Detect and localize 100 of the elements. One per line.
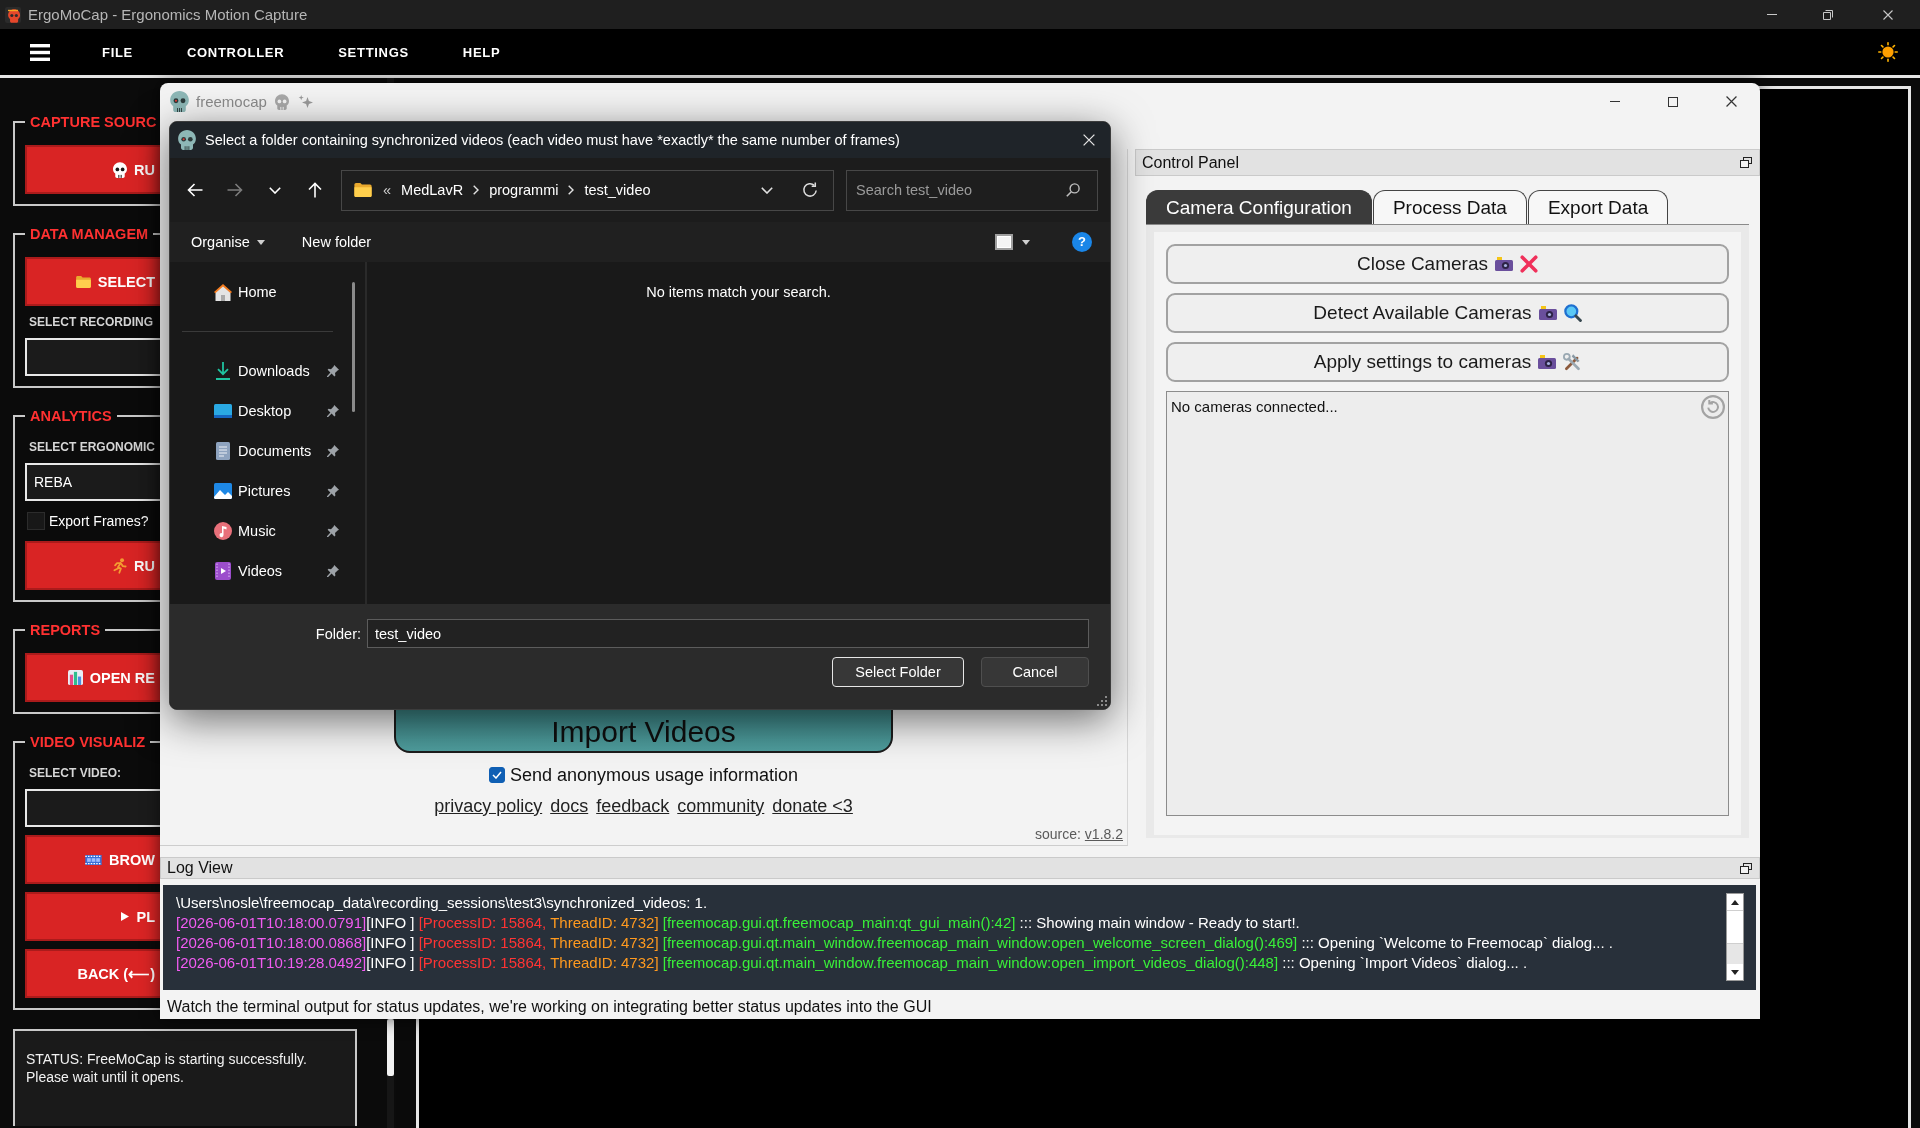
section-title: DATA MANAGEM xyxy=(29,225,150,243)
footer-link[interactable]: donate <3 xyxy=(772,795,853,817)
checkbox[interactable] xyxy=(488,767,505,783)
bar-chart-icon xyxy=(67,670,83,685)
breadcrumb-item[interactable]: programmi xyxy=(489,182,559,198)
checkbox[interactable] xyxy=(27,512,45,530)
view-icon[interactable] xyxy=(995,234,1013,250)
camera-action-button[interactable]: Apply settings to cameras xyxy=(1166,342,1729,382)
footer-link[interactable]: community xyxy=(677,795,765,817)
chevron-down-icon[interactable] xyxy=(761,186,773,194)
nav-item[interactable]: Documents xyxy=(206,431,339,471)
camera-action-button[interactable]: Close Cameras xyxy=(1166,244,1729,284)
undock-icon[interactable] xyxy=(1740,157,1752,168)
resize-grip-icon[interactable] xyxy=(1097,696,1107,706)
nav-item[interactable]: Videos xyxy=(206,551,339,591)
nav-item[interactable]: Music xyxy=(206,511,339,551)
menu-item[interactable]: CONTROLLER xyxy=(159,36,312,68)
tab[interactable]: Camera Configuration xyxy=(1146,190,1372,224)
maximize-icon[interactable] xyxy=(1668,96,1678,107)
scrollbar[interactable] xyxy=(1726,893,1744,981)
caret-up-icon[interactable] xyxy=(1731,899,1739,905)
runner-icon xyxy=(113,557,128,574)
input-field[interactable] xyxy=(25,789,160,827)
sidebar-button[interactable]: BACK (⟵) xyxy=(25,949,160,998)
picture-icon xyxy=(214,483,232,499)
input-field[interactable]: REBA xyxy=(25,463,160,501)
breadcrumb-item[interactable]: MedLavR xyxy=(401,182,464,198)
breadcrumb-item[interactable]: test_video xyxy=(584,182,651,198)
input-field[interactable] xyxy=(25,338,160,376)
tab[interactable]: Export Data xyxy=(1527,190,1669,224)
address-bar[interactable]: « MedLavR programmi test_video xyxy=(341,169,834,211)
document-icon xyxy=(216,442,230,460)
empty-message: No items match your search. xyxy=(646,283,831,302)
nav-item[interactable]: Home xyxy=(206,272,339,312)
close-icon[interactable] xyxy=(1725,96,1737,107)
dialog-button[interactable]: Select Folder xyxy=(832,657,964,687)
app-icon xyxy=(170,91,189,112)
pin-icon[interactable] xyxy=(327,445,339,457)
checkmark-icon xyxy=(491,771,502,779)
folder-label: Folder: xyxy=(315,625,361,642)
help-button[interactable]: ? xyxy=(1072,232,1092,252)
sidebar-button[interactable]: BROW xyxy=(25,835,160,884)
pin-icon[interactable] xyxy=(327,485,339,497)
menu-item[interactable]: FILE xyxy=(75,36,160,68)
log-line: [2026-06-01T10:18:00.0868][INFO ] [ProcessID: 15864, ThreadID: 4732] [freemocap.gui.qt.main_window.freemocap_main_window:open_welcome_screen_dialog():469] ::: Opening `Welcome to Freemocap` dialog... . xyxy=(176,933,1614,953)
nav-item[interactable]: Pictures xyxy=(206,471,339,511)
organise-button[interactable]: Organise xyxy=(191,234,265,250)
camera-action-button[interactable]: Detect Available Cameras xyxy=(1166,293,1729,333)
video-icon xyxy=(215,562,231,580)
caret-down-icon[interactable] xyxy=(1022,239,1030,245)
home-icon xyxy=(214,283,232,301)
status-message: STATUS: FreeMoCap is starting successfully. Please wait until it opens. xyxy=(13,1029,357,1126)
app-icon xyxy=(5,6,21,23)
footer-link[interactable]: docs xyxy=(550,795,589,817)
field-label: SELECT VIDEO: xyxy=(28,765,122,781)
scrollbar-thumb[interactable] xyxy=(387,1019,394,1076)
restore-icon[interactable] xyxy=(1823,9,1833,20)
play-icon xyxy=(121,912,130,921)
tab[interactable]: Process Data xyxy=(1372,190,1527,224)
dialog-button[interactable]: Cancel xyxy=(981,657,1089,687)
window-title: Select a folder containing synchronized videos (each video must have *exactly* the same number of frames) xyxy=(205,132,900,148)
search-field[interactable]: Search test_video xyxy=(846,169,1098,211)
log-line: [2026-06-01T10:18:00.0791][INFO ] [ProcessID: 15864, ThreadID: 4732] [freemocap.gui.qt.freemocap_main:qt_gui_main():42] ::: Showing main window - Ready to start!. xyxy=(176,913,1301,933)
scrollbar-thumb[interactable] xyxy=(1727,910,1743,944)
log-line: \Users\nosle\freemocap_data\recording_sessions\test3\synchronized_videos: 1. xyxy=(176,893,709,913)
music-icon xyxy=(214,522,232,540)
nav-item[interactable]: Downloads xyxy=(206,351,339,391)
refresh-icon[interactable] xyxy=(802,182,818,198)
back-arrow-icon[interactable] xyxy=(187,183,203,197)
nav-item[interactable]: Desktop xyxy=(206,391,339,431)
search-icon[interactable] xyxy=(1066,182,1080,197)
pin-icon[interactable] xyxy=(327,405,339,417)
undock-icon[interactable] xyxy=(1740,862,1752,874)
sidebar-button[interactable]: RU xyxy=(25,145,160,194)
search-icon xyxy=(1563,304,1582,322)
folder-name-field[interactable]: test_video xyxy=(367,619,1089,648)
menu-icon[interactable] xyxy=(30,43,50,61)
tools-icon xyxy=(1563,353,1582,371)
version-link[interactable]: v1.8.2 xyxy=(1084,826,1123,842)
up-arrow-icon[interactable] xyxy=(308,182,322,198)
footer-link[interactable]: privacy policy xyxy=(434,795,543,817)
scrollbar-thumb[interactable] xyxy=(352,282,355,412)
sun-icon[interactable] xyxy=(1878,42,1898,62)
new-folder-button[interactable]: New folder xyxy=(301,234,372,250)
menu-item[interactable]: SETTINGS xyxy=(311,36,436,68)
sidebar-button[interactable]: RU xyxy=(25,541,160,590)
pin-icon[interactable] xyxy=(327,525,339,537)
footer-link[interactable]: feedback xyxy=(596,795,670,817)
pin-icon[interactable] xyxy=(327,365,339,377)
section-title: CAPTURE SOURC xyxy=(29,113,158,131)
sidebar-button[interactable]: OPEN RE xyxy=(25,653,160,702)
chevron-right-icon[interactable] xyxy=(473,185,480,195)
sidebar-button[interactable]: PL xyxy=(25,892,160,941)
chevron-right-icon[interactable] xyxy=(568,185,575,195)
sidebar-button[interactable]: SELECT xyxy=(25,257,160,306)
breadcrumb-overflow[interactable]: « xyxy=(383,182,392,198)
caret-down-icon[interactable] xyxy=(1731,969,1739,975)
pin-icon[interactable] xyxy=(327,565,339,577)
checkbox-label: Export Frames? xyxy=(49,513,149,529)
menu-item[interactable]: HELP xyxy=(435,36,528,68)
